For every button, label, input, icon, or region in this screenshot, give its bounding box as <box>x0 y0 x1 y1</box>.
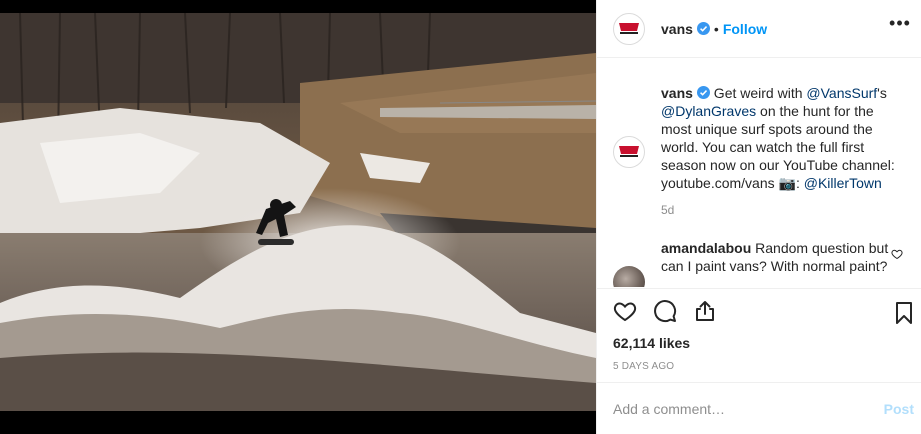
post-actions: 62,114 likes 5 DAYS AGO <box>597 288 921 382</box>
vans-avatar[interactable] <box>613 12 645 45</box>
follow-button[interactable]: Follow <box>723 21 767 37</box>
mention-dylangraves[interactable]: @DylanGraves <box>661 103 756 119</box>
post-header: vans • Follow ••• <box>597 0 921 58</box>
caption-username[interactable]: vans <box>661 85 693 101</box>
instagram-post: vans • Follow ••• vans Get weird with @V… <box>0 0 921 434</box>
comment-icon[interactable] <box>653 299 677 323</box>
caption-avatar[interactable] <box>613 136 645 168</box>
header-username[interactable]: vans <box>661 21 693 37</box>
caption-text-1: Get weird with <box>709 85 807 101</box>
add-comment-bar: Post <box>597 382 921 434</box>
vans-logo-icon <box>617 144 641 160</box>
more-options-icon[interactable]: ••• <box>886 14 914 38</box>
post-comment-button[interactable]: Post <box>884 401 914 417</box>
share-icon[interactable] <box>693 299 717 323</box>
surf-photo-art <box>0 13 596 411</box>
mention-killertown[interactable]: @KillerTown <box>804 175 882 191</box>
caption-text-2: 's <box>877 85 887 101</box>
mention-vanssurf[interactable]: @VansSurf <box>806 85 877 101</box>
post-media <box>0 0 596 434</box>
comment-item: amandalabou Random question but can I pa… <box>613 239 913 287</box>
separator-dot: • <box>713 20 719 37</box>
like-icon[interactable] <box>613 299 637 323</box>
post-caption: vans Get weird with @VansSurf's @DylanGr… <box>613 84 913 219</box>
save-bookmark-icon[interactable] <box>892 301 916 325</box>
action-icons <box>613 299 717 323</box>
likes-count[interactable]: 62,114 likes <box>613 335 690 351</box>
caption-age: 5d <box>661 203 675 217</box>
post-side-panel: vans • Follow ••• vans Get weird with @V… <box>596 0 921 434</box>
comments-area: vans Get weird with @VansSurf's @DylanGr… <box>597 59 921 287</box>
like-comment-icon[interactable] <box>891 248 903 260</box>
comment-username[interactable]: amandalabou <box>661 240 751 256</box>
comment-input[interactable] <box>613 400 884 417</box>
vans-logo-icon <box>617 20 641 37</box>
verified-badge-icon <box>696 86 710 99</box>
comment-body: amandalabou Random question but can I pa… <box>661 239 891 287</box>
caption-body: vans Get weird with @VansSurf's @DylanGr… <box>661 84 897 219</box>
surf-photo[interactable] <box>0 13 596 411</box>
verified-badge-icon <box>696 22 710 35</box>
post-date: 5 DAYS AGO <box>613 361 675 372</box>
commenter-avatar[interactable] <box>613 266 645 287</box>
